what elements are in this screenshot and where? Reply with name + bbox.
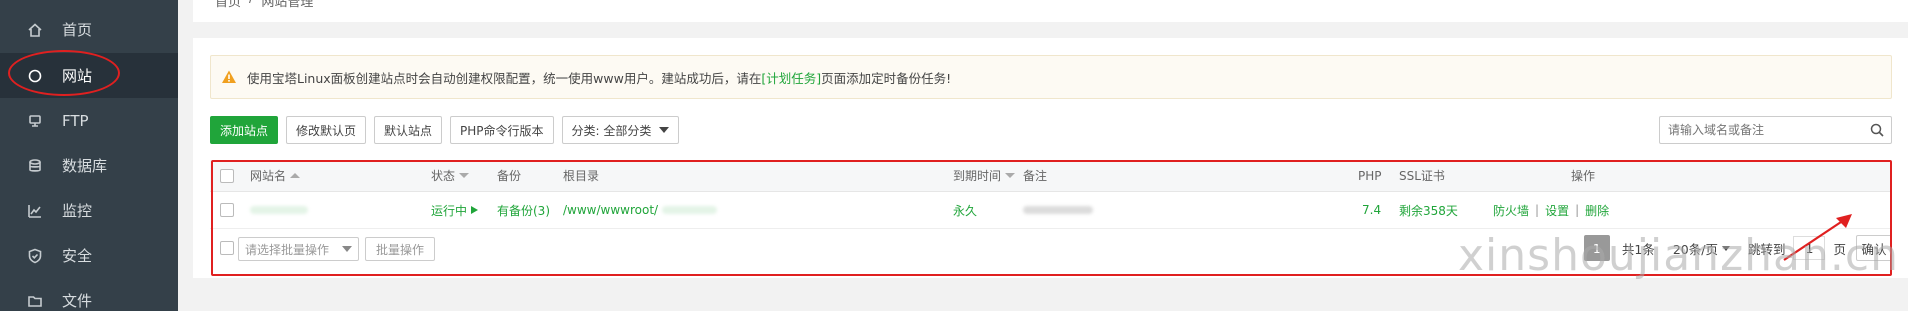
sidebar-item-database[interactable]: 数据库	[0, 143, 178, 188]
breadcrumb: 首页 / 网站管理	[215, 0, 313, 10]
chevron-down-icon	[659, 127, 670, 133]
monitor-icon	[25, 201, 45, 221]
toolbar: 添加站点 修改默认页 默认站点 PHP命令行版本 分类: 全部分类	[210, 116, 680, 144]
annotation-ellipse	[8, 50, 120, 96]
sidebar-item-label: 安全	[62, 247, 93, 265]
notice-text-end: 页面添加定时备份任务!	[821, 70, 952, 86]
sidebar-item-monitor[interactable]: 监控	[0, 188, 178, 233]
shield-icon	[25, 246, 45, 266]
header-bar: 首页 / 网站管理	[193, 0, 1908, 22]
add-site-button[interactable]: 添加站点	[210, 116, 279, 144]
search-icon[interactable]	[1863, 123, 1891, 137]
breadcrumb-current: 网站管理	[261, 0, 314, 10]
sidebar-item-ftp[interactable]: FTP	[0, 98, 178, 143]
sidebar-item-security[interactable]: 安全	[0, 233, 178, 278]
search-input[interactable]	[1660, 117, 1863, 143]
sidebar-item-home[interactable]: 首页	[0, 7, 178, 52]
database-icon	[25, 156, 45, 176]
sidebar-item-label: 文件	[62, 292, 93, 310]
cron-task-link[interactable]: [计划任务]	[761, 68, 821, 87]
breadcrumb-separator: /	[249, 0, 253, 10]
watermark: xinshoujianzhan.cn	[1458, 230, 1899, 281]
home-icon	[25, 20, 45, 40]
php-cli-version-button[interactable]: PHP命令行版本	[450, 116, 554, 144]
default-site-button[interactable]: 默认站点	[374, 116, 443, 144]
sidebar-item-label: 数据库	[62, 157, 108, 175]
warning-icon	[222, 70, 236, 83]
folder-icon	[25, 291, 45, 311]
category-select-label: 分类: 全部分类	[571, 123, 652, 138]
ftp-icon	[25, 111, 45, 131]
edit-default-page-button[interactable]: 修改默认页	[286, 116, 367, 144]
category-select[interactable]: 分类: 全部分类	[561, 116, 680, 144]
sidebar-item-label: 监控	[62, 202, 93, 220]
search-box	[1659, 116, 1892, 144]
breadcrumb-home[interactable]: 首页	[215, 0, 241, 10]
sidebar-item-label: FTP	[62, 111, 89, 130]
notice-banner: 使用宝塔Linux面板创建站点时会自动创建权限配置，统一使用www用户。建站成功…	[210, 55, 1892, 99]
sidebar-item-files[interactable]: 文件	[0, 278, 178, 311]
sidebar: 首页 网站 FTP 数据库 监控 安全 文件	[0, 0, 178, 311]
notice-text: 使用宝塔Linux面板创建站点时会自动创建权限配置，统一使用www用户。建站成功…	[247, 70, 762, 86]
sidebar-item-label: 首页	[62, 21, 93, 39]
